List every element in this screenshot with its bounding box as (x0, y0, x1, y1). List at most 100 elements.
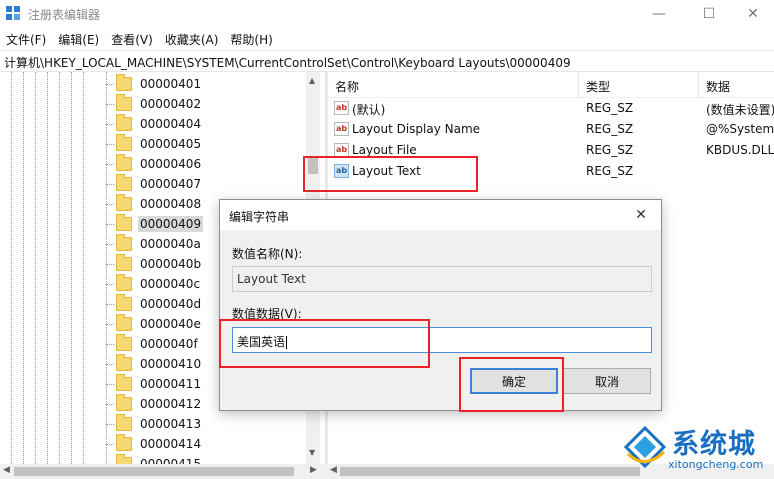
value-type: REG_SZ (586, 122, 634, 136)
menu-file[interactable]: 文件(F) (4, 28, 52, 50)
tree-item[interactable]: 0000040f (106, 334, 200, 354)
tree-item[interactable]: 00000410 (106, 354, 203, 374)
string-value-icon: ab (334, 101, 349, 115)
column-header-data[interactable]: 数据 (706, 78, 730, 95)
folder-icon (116, 234, 132, 251)
list-row[interactable]: ab Layout File REG_SZ KBDUS.DLL (328, 140, 774, 161)
scrollbar-thumb[interactable] (308, 158, 318, 174)
tree-scrollbar-thumb[interactable] (14, 467, 294, 476)
menu-edit[interactable]: 编辑(E) (56, 28, 105, 50)
column-header-type[interactable]: 类型 (586, 78, 610, 95)
value-data-field[interactable]: 美国英语 (232, 327, 652, 353)
tree-guides (0, 72, 120, 464)
menu-bar: 文件(F) 编辑(E) 查看(V) 收藏夹(A) 帮助(H) (0, 28, 774, 50)
value-data-label: 数值数据(V): (232, 307, 302, 321)
value-type: REG_SZ (586, 143, 634, 157)
folder-icon (116, 274, 132, 291)
column-header-name[interactable]: 名称 (335, 78, 359, 95)
folder-icon (116, 174, 132, 191)
tree-item-label: 00000415 (140, 457, 202, 464)
close-window-button[interactable]: ✕ (730, 0, 774, 28)
window-title: 注册表编辑器 (28, 8, 101, 22)
address-bar[interactable]: 计算机\HKEY_LOCAL_MACHINE\SYSTEM\CurrentCon… (0, 50, 774, 72)
string-value-icon: ab (334, 143, 349, 157)
tree-item[interactable]: 00000407 (106, 174, 203, 194)
scroll-up-arrow-icon[interactable]: ▲ (309, 76, 315, 85)
value-data: @%SystemR (706, 122, 774, 136)
value-name-label: 数值名称(N): (232, 247, 303, 261)
list-row[interactable]: ab Layout Display Name REG_SZ @%SystemR (328, 119, 774, 140)
tree-item[interactable]: 0000040d (106, 294, 203, 314)
site-logo-icon (623, 425, 667, 469)
tree-item-label: 00000401 (140, 77, 202, 91)
list-header: 名称 类型 数据 (328, 72, 774, 98)
tree-item-label: 0000040b (140, 257, 202, 271)
dialog-title: 编辑字符串 (229, 210, 290, 224)
folder-icon (116, 334, 132, 351)
tree-item-label: 0000040a (140, 237, 201, 251)
tree-item[interactable]: 0000040b (106, 254, 203, 274)
tree-item-label: 00000406 (140, 157, 202, 171)
menu-favorites[interactable]: 收藏夹(A) (163, 28, 225, 50)
list-row-selected[interactable]: ab Layout Text REG_SZ (328, 161, 774, 182)
tree-item-label: 0000040c (140, 277, 201, 291)
string-value-icon: ab (334, 122, 349, 136)
tree-item-label: 00000402 (140, 97, 202, 111)
scroll-right-arrow-icon[interactable]: ▶ (310, 465, 317, 475)
tree-item[interactable]: 00000413 (106, 414, 203, 434)
tree-item[interactable]: 00000414 (106, 434, 203, 454)
tree-item-selected[interactable]: 00000409 (106, 214, 204, 234)
folder-icon (116, 374, 132, 391)
tree-item-label: 0000040d (140, 297, 202, 311)
tree-item-label: 00000410 (140, 357, 202, 371)
title-bar: 注册表编辑器 — ☐ ✕ (0, 0, 774, 28)
scroll-left-arrow-icon[interactable]: ◀ (330, 465, 337, 475)
tree-item-label: 00000408 (140, 197, 202, 211)
tree-item[interactable]: 00000415 (112, 454, 203, 464)
tree-item[interactable]: 00000404 (106, 114, 203, 134)
ok-button[interactable]: 确定 (470, 368, 558, 394)
tree-item[interactable]: 00000405 (106, 134, 203, 154)
value-data: (数值未设置) (706, 103, 774, 117)
tree-item[interactable]: 0000040e (106, 314, 203, 334)
tree-item-label: 00000414 (140, 437, 202, 451)
tree-item[interactable]: 00000412 (106, 394, 203, 414)
scroll-left-arrow-icon[interactable]: ◀ (3, 465, 10, 475)
folder-icon (116, 354, 132, 371)
tree-item[interactable]: 00000401 (106, 74, 203, 94)
value-name-field: Layout Text (232, 266, 652, 292)
dialog-title-bar: 编辑字符串 ✕ (220, 200, 661, 230)
list-scrollbar-thumb[interactable] (340, 467, 640, 476)
tree-item[interactable]: 00000408 (106, 194, 203, 214)
folder-icon (116, 434, 132, 451)
folder-icon (116, 394, 132, 411)
tree-item-label: 00000413 (140, 417, 202, 431)
folder-icon (116, 94, 132, 111)
maximize-button[interactable]: ☐ (686, 0, 732, 28)
value-data: KBDUS.DLL (706, 143, 774, 157)
minimize-button[interactable]: — (636, 0, 682, 28)
tree-item[interactable]: 00000402 (106, 94, 203, 114)
list-row[interactable]: ab (默认) REG_SZ (数值未设置) (328, 98, 774, 119)
folder-icon (116, 154, 132, 171)
value-name: Layout Display Name (352, 122, 481, 136)
scroll-down-arrow-icon[interactable]: ▼ (309, 448, 315, 457)
menu-help[interactable]: 帮助(H) (228, 28, 278, 50)
edit-string-dialog: 编辑字符串 ✕ 数值名称(N): Layout Text 数值数据(V): 美国… (219, 199, 662, 411)
tree-item[interactable]: 0000040a (106, 234, 203, 254)
cancel-button[interactable]: 取消 (563, 368, 651, 394)
dialog-close-button[interactable]: ✕ (621, 200, 661, 230)
tree-item[interactable]: 00000406 (106, 154, 203, 174)
value-name: Layout File (352, 143, 417, 157)
tree-item[interactable]: 00000411 (106, 374, 203, 394)
regedit-app-icon (6, 6, 21, 21)
watermark-url: xitongcheng.com (668, 458, 764, 471)
value-data-text: 美国英语 (237, 335, 286, 349)
value-name: Layout Text (352, 164, 421, 178)
tree-item-label: 0000040e (140, 317, 201, 331)
menu-view[interactable]: 查看(V) (109, 28, 159, 50)
value-name: (默认) (352, 103, 386, 117)
value-type: REG_SZ (586, 101, 634, 115)
folder-icon (116, 314, 132, 331)
tree-item[interactable]: 0000040c (106, 274, 202, 294)
